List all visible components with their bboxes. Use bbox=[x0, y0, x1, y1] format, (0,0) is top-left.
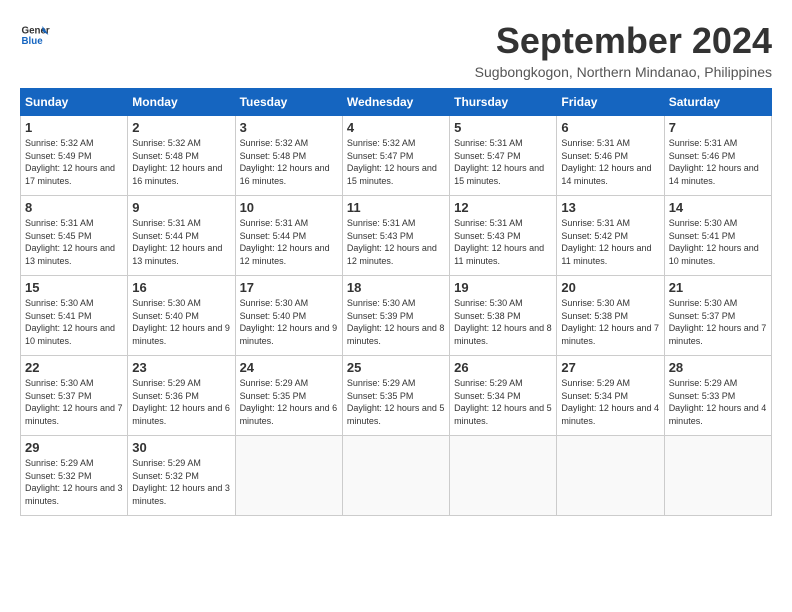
weekday-header-monday: Monday bbox=[128, 89, 235, 116]
day-cell-16: 16Sunrise: 5:30 AM Sunset: 5:40 PM Dayli… bbox=[128, 276, 235, 356]
day-cell-2: 2Sunrise: 5:32 AM Sunset: 5:48 PM Daylig… bbox=[128, 116, 235, 196]
day-cell-empty-w5-2 bbox=[235, 436, 342, 516]
page-header: General Blue September 2024 Sugbongkogon… bbox=[20, 20, 772, 80]
day-cell-empty-w5-5 bbox=[557, 436, 664, 516]
day-cell-5: 5Sunrise: 5:31 AM Sunset: 5:47 PM Daylig… bbox=[450, 116, 557, 196]
day-cell-3: 3Sunrise: 5:32 AM Sunset: 5:48 PM Daylig… bbox=[235, 116, 342, 196]
title-area: September 2024 Sugbongkogon, Northern Mi… bbox=[475, 20, 772, 80]
day-cell-15: 15Sunrise: 5:30 AM Sunset: 5:41 PM Dayli… bbox=[21, 276, 128, 356]
weekday-header-thursday: Thursday bbox=[450, 89, 557, 116]
day-cell-19: 19Sunrise: 5:30 AM Sunset: 5:38 PM Dayli… bbox=[450, 276, 557, 356]
day-cell-empty-w5-6 bbox=[664, 436, 771, 516]
day-cell-20: 20Sunrise: 5:30 AM Sunset: 5:38 PM Dayli… bbox=[557, 276, 664, 356]
location-subtitle: Sugbongkogon, Northern Mindanao, Philipp… bbox=[475, 64, 772, 80]
day-cell-4: 4Sunrise: 5:32 AM Sunset: 5:47 PM Daylig… bbox=[342, 116, 449, 196]
day-cell-12: 12Sunrise: 5:31 AM Sunset: 5:43 PM Dayli… bbox=[450, 196, 557, 276]
week-row-3: 15Sunrise: 5:30 AM Sunset: 5:41 PM Dayli… bbox=[21, 276, 772, 356]
weekday-header-sunday: Sunday bbox=[21, 89, 128, 116]
day-cell-30: 30Sunrise: 5:29 AM Sunset: 5:32 PM Dayli… bbox=[128, 436, 235, 516]
month-title: September 2024 bbox=[475, 20, 772, 62]
week-row-1: 1Sunrise: 5:32 AM Sunset: 5:49 PM Daylig… bbox=[21, 116, 772, 196]
day-cell-23: 23Sunrise: 5:29 AM Sunset: 5:36 PM Dayli… bbox=[128, 356, 235, 436]
week-row-4: 22Sunrise: 5:30 AM Sunset: 5:37 PM Dayli… bbox=[21, 356, 772, 436]
day-cell-14: 14Sunrise: 5:30 AM Sunset: 5:41 PM Dayli… bbox=[664, 196, 771, 276]
day-cell-25: 25Sunrise: 5:29 AM Sunset: 5:35 PM Dayli… bbox=[342, 356, 449, 436]
day-cell-6: 6Sunrise: 5:31 AM Sunset: 5:46 PM Daylig… bbox=[557, 116, 664, 196]
svg-text:Blue: Blue bbox=[22, 36, 44, 47]
day-cell-22: 22Sunrise: 5:30 AM Sunset: 5:37 PM Dayli… bbox=[21, 356, 128, 436]
day-cell-1: 1Sunrise: 5:32 AM Sunset: 5:49 PM Daylig… bbox=[21, 116, 128, 196]
day-cell-11: 11Sunrise: 5:31 AM Sunset: 5:43 PM Dayli… bbox=[342, 196, 449, 276]
day-cell-28: 28Sunrise: 5:29 AM Sunset: 5:33 PM Dayli… bbox=[664, 356, 771, 436]
day-cell-17: 17Sunrise: 5:30 AM Sunset: 5:40 PM Dayli… bbox=[235, 276, 342, 356]
weekday-header-friday: Friday bbox=[557, 89, 664, 116]
weekday-header-tuesday: Tuesday bbox=[235, 89, 342, 116]
day-cell-29: 29Sunrise: 5:29 AM Sunset: 5:32 PM Dayli… bbox=[21, 436, 128, 516]
day-cell-26: 26Sunrise: 5:29 AM Sunset: 5:34 PM Dayli… bbox=[450, 356, 557, 436]
day-cell-21: 21Sunrise: 5:30 AM Sunset: 5:37 PM Dayli… bbox=[664, 276, 771, 356]
day-cell-13: 13Sunrise: 5:31 AM Sunset: 5:42 PM Dayli… bbox=[557, 196, 664, 276]
logo: General Blue bbox=[20, 20, 50, 50]
day-cell-empty-w5-3 bbox=[342, 436, 449, 516]
day-cell-10: 10Sunrise: 5:31 AM Sunset: 5:44 PM Dayli… bbox=[235, 196, 342, 276]
day-cell-24: 24Sunrise: 5:29 AM Sunset: 5:35 PM Dayli… bbox=[235, 356, 342, 436]
logo-icon: General Blue bbox=[20, 20, 50, 50]
day-cell-empty-w5-4 bbox=[450, 436, 557, 516]
week-row-5: 29Sunrise: 5:29 AM Sunset: 5:32 PM Dayli… bbox=[21, 436, 772, 516]
weekday-header-row: SundayMondayTuesdayWednesdayThursdayFrid… bbox=[21, 89, 772, 116]
weekday-header-wednesday: Wednesday bbox=[342, 89, 449, 116]
day-cell-27: 27Sunrise: 5:29 AM Sunset: 5:34 PM Dayli… bbox=[557, 356, 664, 436]
weekday-header-saturday: Saturday bbox=[664, 89, 771, 116]
calendar-table: SundayMondayTuesdayWednesdayThursdayFrid… bbox=[20, 88, 772, 516]
day-cell-8: 8Sunrise: 5:31 AM Sunset: 5:45 PM Daylig… bbox=[21, 196, 128, 276]
week-row-2: 8Sunrise: 5:31 AM Sunset: 5:45 PM Daylig… bbox=[21, 196, 772, 276]
day-cell-18: 18Sunrise: 5:30 AM Sunset: 5:39 PM Dayli… bbox=[342, 276, 449, 356]
day-cell-9: 9Sunrise: 5:31 AM Sunset: 5:44 PM Daylig… bbox=[128, 196, 235, 276]
day-cell-7: 7Sunrise: 5:31 AM Sunset: 5:46 PM Daylig… bbox=[664, 116, 771, 196]
